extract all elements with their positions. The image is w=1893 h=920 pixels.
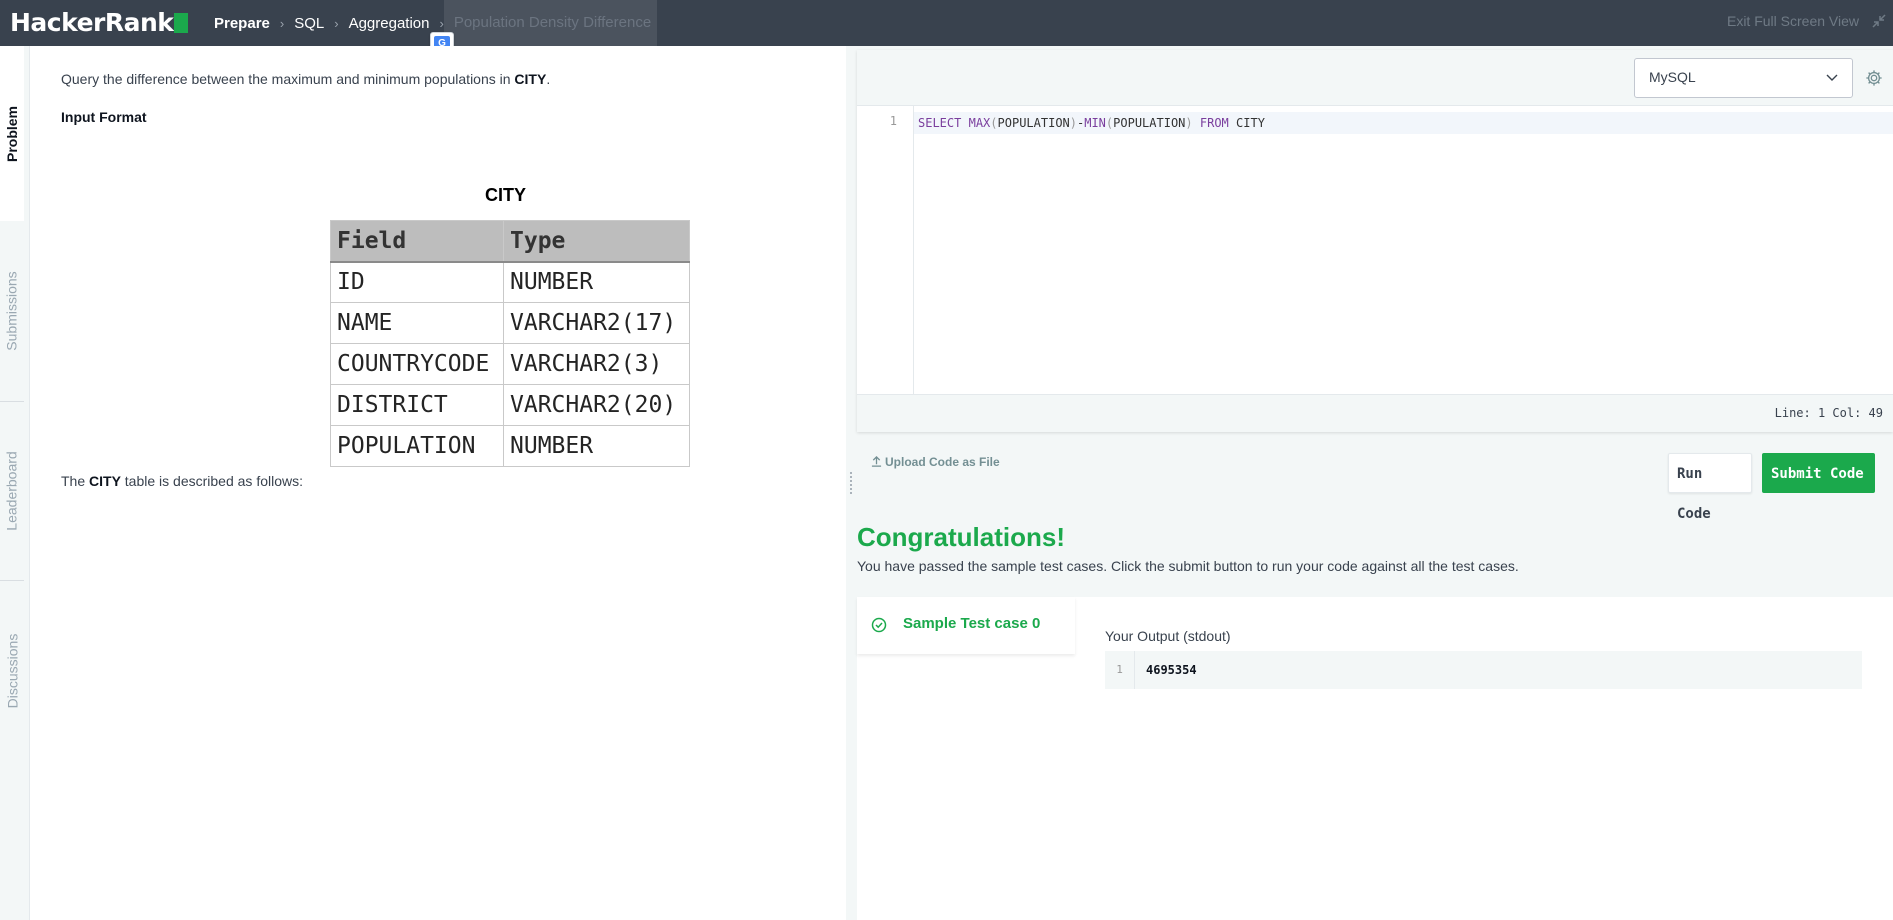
result-title: Congratulations! <box>857 522 1065 552</box>
tab-leaderboard[interactable]: Leaderboard <box>0 402 24 580</box>
run-code-button[interactable]: Run Code <box>1668 453 1752 522</box>
test-results-panel: Sample Test case 0 Your Output (stdout) … <box>857 597 1893 920</box>
line-number: 1 <box>889 114 897 128</box>
upload-code-button[interactable]: Upload Code as File <box>871 455 1000 469</box>
code-input[interactable]: SELECT MAX(POPULATION)-MIN(POPULATION) F… <box>918 116 1265 130</box>
breadcrumb-sql[interactable]: SQL <box>294 15 324 32</box>
problem-statement-pane: Query the difference between the maximum… <box>30 46 846 920</box>
table-row: DISTRICT VARCHAR2(20) <box>330 384 690 426</box>
table-row: NAME VARCHAR2(17) <box>330 302 690 344</box>
cursor-position: Line: 1 Col: 49 <box>1774 406 1883 420</box>
check-circle-icon <box>871 617 887 633</box>
drag-handle-icon[interactable] <box>848 470 854 498</box>
input-format-heading: Input Format <box>61 109 147 125</box>
editor-toolbar: MySQL <box>857 50 1893 106</box>
submit-code-button[interactable]: Submit Code <box>1762 453 1875 493</box>
tab-submissions[interactable]: Submissions <box>0 221 24 401</box>
table-row: POPULATION NUMBER <box>330 425 690 467</box>
output-value: 4695354 <box>1146 663 1197 677</box>
logo-square-mark <box>174 13 189 33</box>
output-line-number: 1 <box>1105 651 1135 689</box>
table-description: The CITY table is described as follows: <box>61 473 303 489</box>
table-row: COUNTRYCODE VARCHAR2(3) <box>330 343 690 385</box>
breadcrumb-current-challenge: Population Density Difference <box>443 0 658 46</box>
top-navigation-bar: HackerRank Prepare › SQL › Aggregation ›… <box>0 0 1893 46</box>
chevron-right-icon: › <box>334 15 339 31</box>
field-cell: NAME <box>330 302 504 344</box>
field-cell: COUNTRYCODE <box>330 343 504 385</box>
language-select[interactable]: MySQL <box>1634 58 1853 98</box>
language-select-value: MySQL <box>1649 69 1696 85</box>
exit-full-screen-link[interactable]: Exit Full Screen View <box>1727 13 1859 29</box>
upload-icon <box>871 456 882 467</box>
breadcrumb-aggregation[interactable]: Aggregation <box>349 15 430 32</box>
schema-table-title: CITY <box>485 185 527 205</box>
gear-icon[interactable] <box>1865 69 1883 87</box>
editor-status-bar: Line: 1 Col: 49 <box>857 394 1893 432</box>
testcase-tab-0[interactable]: Sample Test case 0 <box>857 597 1075 654</box>
problem-side-tabs: Problem Submissions Leaderboard Discussi… <box>0 46 30 920</box>
type-cell: NUMBER <box>503 425 690 467</box>
field-cell: DISTRICT <box>330 384 504 426</box>
breadcrumb-prepare[interactable]: Prepare <box>214 15 270 32</box>
type-cell: VARCHAR2(3) <box>503 343 690 385</box>
field-cell: ID <box>330 261 504 303</box>
type-cell: VARCHAR2(17) <box>503 302 690 344</box>
output-box: 1 4695354 <box>1105 651 1862 689</box>
line-number-gutter: 1 <box>857 106 914 394</box>
testcase-label: Sample Test case 0 <box>903 615 1041 632</box>
result-message: You have passed the sample test cases. C… <box>857 558 1519 574</box>
column-header-field: Field <box>330 220 504 263</box>
city-schema-table: Field Type ID NUMBER NAME VARCHAR2(17) COU… <box>330 220 690 467</box>
output-label: Your Output (stdout) <box>1105 628 1231 644</box>
collapse-icon[interactable] <box>1871 13 1887 29</box>
column-header-type: Type <box>503 220 690 263</box>
hackerrank-logo[interactable]: HackerRank <box>10 8 189 37</box>
chevron-right-icon: › <box>279 15 285 31</box>
chevron-down-icon <box>1826 74 1838 81</box>
table-row: ID NUMBER <box>330 261 690 303</box>
type-cell: NUMBER <box>503 261 690 303</box>
code-editor: MySQL 1 SELECT MAX(POPULATION)-MIN(POPUL… <box>857 50 1893 432</box>
type-cell: VARCHAR2(20) <box>503 384 690 426</box>
field-cell: POPULATION <box>330 425 504 467</box>
problem-statement: Query the difference between the maximum… <box>61 71 551 87</box>
tab-problem[interactable]: Problem <box>0 46 24 221</box>
editor-pane: MySQL 1 SELECT MAX(POPULATION)-MIN(POPUL… <box>857 46 1893 920</box>
table-header-row: Field Type <box>330 220 690 263</box>
tab-discussions[interactable]: Discussions <box>0 581 24 761</box>
